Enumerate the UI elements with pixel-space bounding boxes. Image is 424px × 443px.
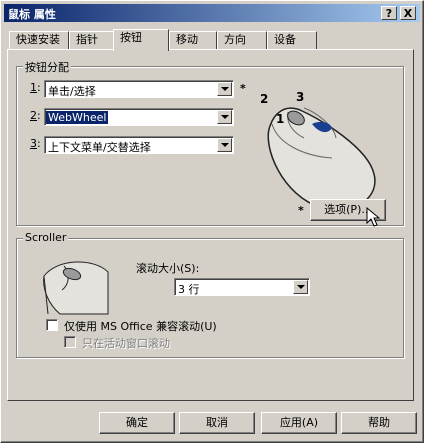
tab-quick-setup[interactable]: 快速安装 [9, 31, 69, 49]
tab-strip: 快速安装 指针 按钮 移动 方向 设备 [9, 29, 409, 51]
tab-motion[interactable]: 移动 [169, 31, 217, 49]
star-note: * [240, 82, 246, 95]
ok-button[interactable]: 确定 [99, 412, 175, 434]
office-scroll-label: 仅使用 MS Office 兼容滚动(U) [64, 320, 217, 333]
button-2-value: WebWheel [46, 111, 109, 124]
scroll-size-label: 滚动大小(S): [136, 262, 200, 275]
button-1-value: 单击/选择 [48, 85, 96, 98]
tab-orientation[interactable]: 方向 [217, 31, 267, 49]
row-1-number: 1: [30, 81, 41, 94]
scroll-size-value: 3 行 [178, 283, 200, 296]
button-2-combo[interactable]: WebWheel [44, 108, 234, 126]
scroll-wheel-illustration [43, 261, 109, 315]
tab-panel: 按钮分配 1: 单击/选择 * 2: WebWheel 3: 上下文菜单/交替选… [7, 49, 414, 401]
scroll-size-combo[interactable]: 3 行 [174, 278, 310, 296]
title-bar: 鼠标 属性 ? X [4, 4, 420, 22]
group-label-assignment: 按钮分配 [23, 59, 71, 75]
tab-pointers[interactable]: 指针 [69, 31, 115, 49]
mouse-properties-window: 鼠标 属性 ? X 快速安装 指针 按钮 移动 方向 设备 按钮分配 1: 单击… [0, 0, 424, 443]
chevron-down-icon[interactable] [217, 110, 232, 124]
tab-buttons[interactable]: 按钮 [113, 29, 169, 51]
tab-devices[interactable]: 设备 [267, 31, 317, 49]
apply-button[interactable]: 应用(A) [261, 412, 337, 434]
options-star: * [298, 204, 304, 217]
mouse-label-1: 1 [276, 112, 285, 126]
close-button[interactable]: X [400, 6, 416, 20]
mouse-label-3: 3 [296, 90, 305, 104]
cancel-button[interactable]: 取消 [179, 412, 255, 434]
chevron-down-icon[interactable] [293, 280, 308, 294]
chevron-down-icon[interactable] [217, 82, 232, 96]
help-button[interactable]: ? [381, 6, 397, 20]
window-title: 鼠标 属性 [8, 8, 56, 21]
help-footer-button[interactable]: 帮助 [341, 412, 417, 434]
active-window-checkbox[interactable] [64, 336, 76, 348]
mouse-illustration [267, 107, 376, 211]
group-label-scroller: Scroller [23, 231, 69, 244]
cursor-pointer-icon [366, 207, 381, 227]
row-3-number: 3: [30, 137, 41, 150]
mouse-label-2: 2 [260, 92, 269, 106]
button-3-combo[interactable]: 上下文菜单/交替选择 [44, 136, 234, 154]
button-3-value: 上下文菜单/交替选择 [48, 141, 151, 154]
row-2-number: 2: [30, 109, 41, 122]
active-window-label: 只在活动窗口滚动 [82, 337, 170, 350]
button-1-combo[interactable]: 单击/选择 [44, 80, 234, 98]
chevron-down-icon[interactable] [217, 138, 232, 152]
office-scroll-checkbox[interactable] [46, 319, 58, 331]
